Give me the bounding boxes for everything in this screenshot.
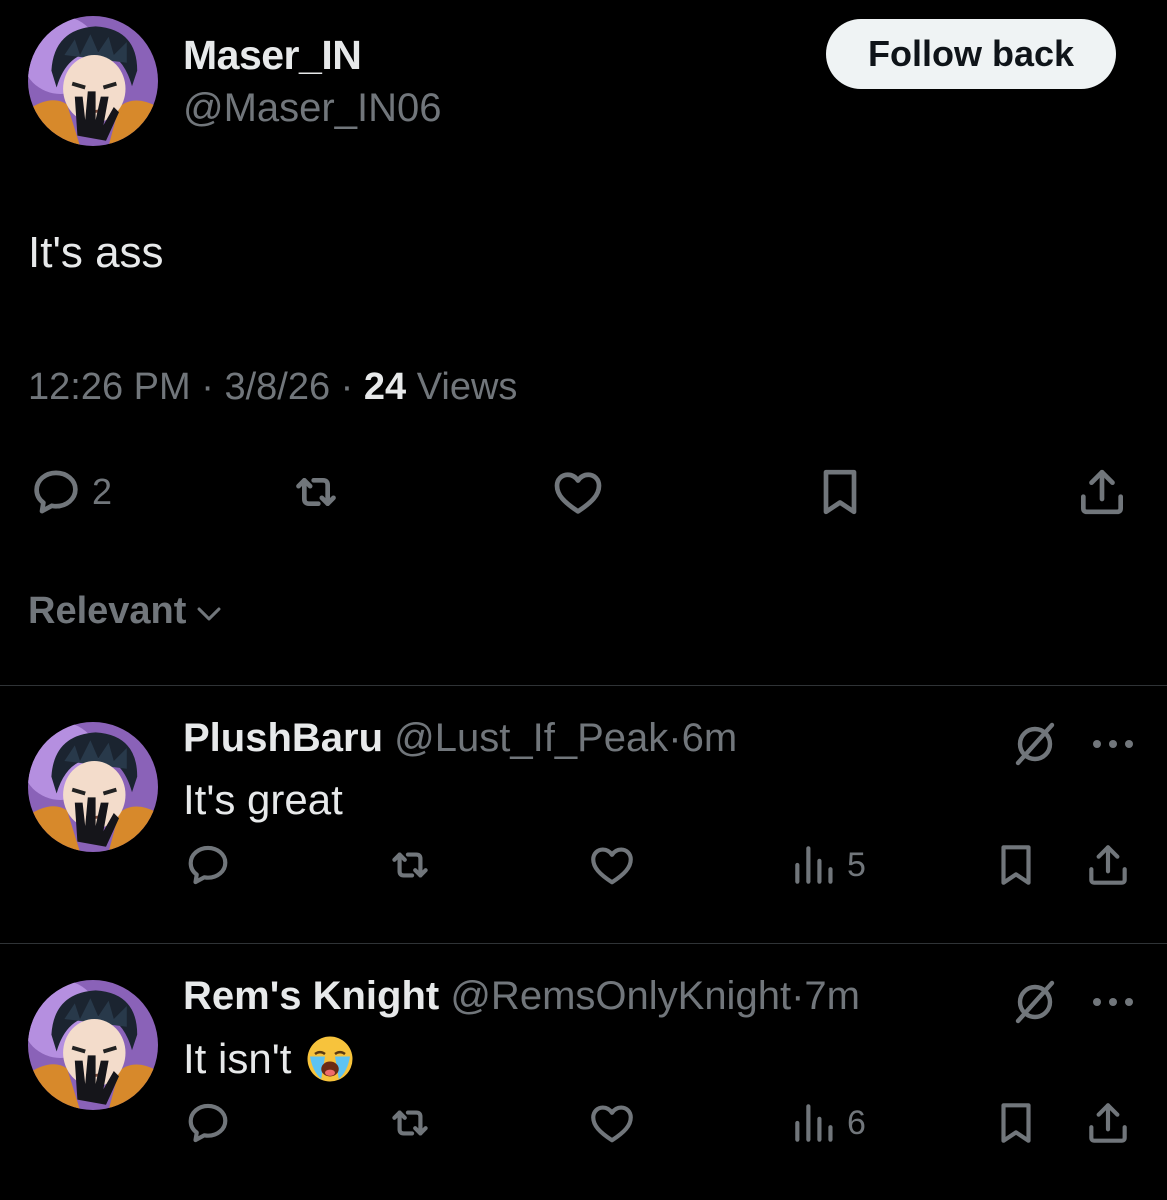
like-button[interactable]	[587, 1098, 637, 1148]
avatar[interactable]	[28, 16, 158, 146]
grok-icon[interactable]	[1011, 978, 1059, 1026]
reply-text: It isn't	[183, 1035, 292, 1082]
views-count: 5	[847, 845, 866, 884]
reply-text-row: It isn't	[183, 1034, 355, 1084]
share-icon	[1083, 1098, 1133, 1148]
reply-separator: ·	[668, 716, 682, 760]
reply-button[interactable]: 2	[28, 464, 112, 520]
reply-icon	[183, 1098, 233, 1148]
share-button[interactable]	[1083, 840, 1133, 890]
tweet-text: It's ass	[28, 228, 164, 277]
views-icon	[789, 840, 839, 890]
tweet-time[interactable]: 12:26 PM	[28, 366, 191, 408]
share-button[interactable]	[1074, 464, 1130, 520]
meta-separator: ·	[330, 366, 364, 408]
tweet-date[interactable]: 3/8/26	[224, 366, 330, 408]
reply-sort-dropdown[interactable]: Relevant	[28, 590, 226, 633]
reply-author-handle[interactable]: @RemsOnlyKnight	[450, 974, 791, 1018]
reply-item[interactable]: Rem's Knight @RemsOnlyKnight·7m It isn't…	[0, 944, 1167, 1200]
bookmark-icon	[812, 464, 868, 520]
avatar-image	[28, 722, 158, 852]
share-icon	[1074, 464, 1130, 520]
bookmark-button[interactable]	[812, 464, 868, 520]
reply-count: 2	[92, 471, 113, 512]
reply-author-handle[interactable]: @Lust_If_Peak	[394, 716, 668, 760]
like-icon	[550, 464, 606, 520]
views-button[interactable]: 6	[789, 1098, 866, 1148]
retweet-icon	[385, 840, 435, 890]
reply-time[interactable]: 7m	[804, 974, 860, 1018]
views-count[interactable]: 24	[364, 366, 406, 408]
reply-text-row: It's great	[183, 776, 343, 824]
meta-separator: ·	[190, 366, 225, 408]
views-label[interactable]: Views	[406, 366, 518, 408]
views-icon	[789, 1098, 839, 1148]
avatar-image	[28, 16, 158, 146]
tweet-actions: 2	[28, 460, 1138, 524]
chevron-down-icon	[192, 597, 226, 631]
retweet-button[interactable]	[385, 840, 435, 890]
more-icon[interactable]	[1089, 982, 1137, 1022]
author-handle[interactable]: @Maser_IN06	[183, 86, 441, 131]
follow-back-button[interactable]: Follow back	[826, 19, 1116, 89]
reply-separator: ·	[791, 974, 805, 1018]
reply-author-name[interactable]: Rem's Knight	[183, 974, 439, 1018]
like-button[interactable]	[587, 840, 637, 890]
bookmark-icon	[991, 840, 1041, 890]
reply-time[interactable]: 6m	[682, 716, 738, 760]
bookmark-button[interactable]	[991, 840, 1041, 890]
reply-actions: 6	[183, 1094, 1143, 1154]
reply-icon	[28, 464, 84, 520]
more-icon[interactable]	[1089, 724, 1137, 764]
reply-author-name[interactable]: PlushBaru	[183, 716, 383, 760]
avatar[interactable]	[28, 980, 158, 1110]
like-button[interactable]	[550, 464, 606, 520]
retweet-button[interactable]	[385, 1098, 435, 1148]
bookmark-button[interactable]	[991, 1098, 1041, 1148]
reply-button[interactable]	[183, 1098, 233, 1148]
views-count: 6	[847, 1103, 866, 1142]
main-tweet-header: Maser_IN @Maser_IN06 Follow back	[28, 16, 1138, 150]
share-button[interactable]	[1083, 1098, 1133, 1148]
share-icon	[1083, 840, 1133, 890]
bookmark-icon	[991, 1098, 1041, 1148]
views-button[interactable]: 5	[789, 840, 866, 890]
tweet-meta: 12:26 PM · 3/8/26 · 24 Views	[28, 366, 517, 409]
retweet-button[interactable]	[288, 464, 344, 520]
retweet-icon	[385, 1098, 435, 1148]
loudly-crying-face-emoji	[305, 1034, 355, 1084]
reply-button[interactable]	[183, 840, 233, 890]
retweet-icon	[288, 464, 344, 520]
avatar[interactable]	[28, 722, 158, 852]
reply-header: Rem's Knight @RemsOnlyKnight·7m	[183, 974, 860, 1019]
author-name[interactable]: Maser_IN	[183, 32, 362, 79]
sort-label: Relevant	[28, 590, 187, 632]
reply-actions: 5	[183, 836, 1143, 896]
grok-icon[interactable]	[1011, 720, 1059, 768]
like-icon	[587, 1098, 637, 1148]
reply-text: It's great	[183, 776, 343, 823]
reply-icon	[183, 840, 233, 890]
like-icon	[587, 840, 637, 890]
avatar-image	[28, 980, 158, 1110]
reply-header: PlushBaru @Lust_If_Peak·6m	[183, 716, 737, 761]
reply-item[interactable]: PlushBaru @Lust_If_Peak·6m It's great 5	[0, 686, 1167, 942]
